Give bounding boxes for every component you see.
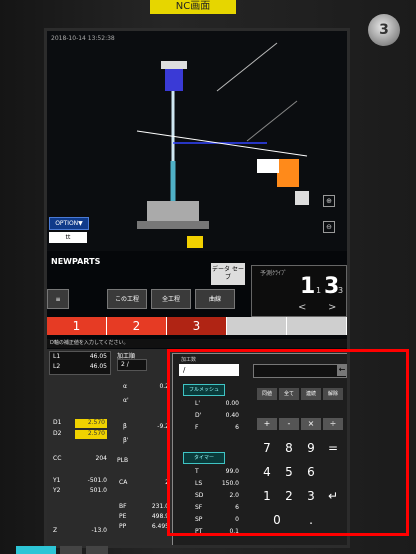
bezel-top-label: NC画面 bbox=[150, 0, 236, 14]
value-d1[interactable]: 2.570 bbox=[75, 419, 107, 428]
label-l2: L2 bbox=[53, 363, 61, 370]
value-cc[interactable]: 204 bbox=[71, 455, 107, 462]
data-save-button[interactable]: データ セーブ bbox=[211, 263, 245, 285]
tt-button[interactable]: tt bbox=[49, 232, 87, 243]
value-ca[interactable]: 2 bbox=[143, 479, 169, 486]
this-process-button[interactable]: この工程 bbox=[107, 289, 147, 309]
value-l1[interactable]: 46.05 bbox=[71, 353, 107, 360]
option-button[interactable]: OPTION▼ bbox=[49, 217, 89, 230]
tool-icon[interactable]: ≡ bbox=[47, 289, 69, 309]
label-y1: Y1 bbox=[53, 477, 61, 484]
value-beta[interactable]: -9.2 bbox=[143, 423, 169, 430]
highlight-outline bbox=[167, 349, 409, 536]
label-l1: L1 bbox=[53, 353, 61, 360]
value-pp[interactable]: 6.495 bbox=[139, 523, 169, 530]
bottom-indicator bbox=[16, 546, 56, 554]
step-2[interactable]: 2 bbox=[107, 317, 167, 335]
zoom-in-icon[interactable]: ⊕ bbox=[323, 195, 335, 207]
counter-a: 1 bbox=[300, 274, 316, 299]
value-y2[interactable]: 501.0 bbox=[71, 487, 107, 494]
label-bf: BF bbox=[119, 503, 127, 510]
value-bf[interactable]: 231.0 bbox=[139, 503, 169, 510]
label-y2: Y2 bbox=[53, 487, 61, 494]
label-d2: D2 bbox=[53, 430, 62, 437]
bottom-button-1[interactable] bbox=[60, 546, 82, 554]
program-order-value[interactable]: 2 / bbox=[121, 361, 129, 368]
value-y1[interactable]: -501.0 bbox=[71, 477, 107, 484]
step-5[interactable] bbox=[287, 317, 347, 335]
tool-row: ≡ この工程 全工程 曲線 bbox=[47, 289, 247, 311]
counter-panel: 予測ｸﾗｲﾌﾟ 1 1 3 3 < > bbox=[251, 265, 347, 317]
step-3[interactable]: 3 bbox=[167, 317, 227, 335]
program-name: NEWPARTS bbox=[51, 257, 101, 266]
label-d1: D1 bbox=[53, 419, 62, 426]
all-process-button[interactable]: 全工程 bbox=[151, 289, 191, 309]
counter-caption: 予測ｸﾗｲﾌﾟ bbox=[260, 270, 288, 277]
arrow-left-icon[interactable]: < bbox=[298, 302, 306, 313]
label-ca: CA bbox=[119, 479, 128, 486]
label-pp: PP bbox=[119, 523, 127, 530]
value-d2[interactable]: 2.570 bbox=[75, 430, 107, 439]
counter-b-sub: 3 bbox=[338, 286, 344, 295]
label-z: Z bbox=[53, 527, 58, 534]
screen-knob[interactable]: 3 bbox=[368, 14, 400, 46]
status-time: 2018-10-14 13:52:38 bbox=[51, 35, 115, 42]
step-1[interactable]: 1 bbox=[47, 317, 107, 335]
zoom-out-icon[interactable]: ⊖ bbox=[323, 221, 335, 233]
bottom-button-2[interactable] bbox=[86, 546, 108, 554]
label-pe: PE bbox=[119, 513, 127, 520]
value-pe[interactable]: 498.9 bbox=[139, 513, 169, 520]
label-alpha: α bbox=[123, 383, 127, 390]
label-cc: CC bbox=[53, 455, 62, 462]
label-alpha2: α' bbox=[123, 397, 129, 404]
simulation-graphics bbox=[47, 31, 347, 251]
value-alpha[interactable]: 0.2 bbox=[147, 383, 169, 390]
arrow-right-icon[interactable]: > bbox=[328, 302, 336, 313]
value-l2[interactable]: 46.05 bbox=[71, 363, 107, 370]
label-beta: β bbox=[123, 423, 127, 430]
step-bar: 1 2 3 bbox=[47, 317, 347, 335]
message-bar: D軸の補正値を入力してください。 bbox=[47, 339, 347, 348]
simulation-view: 2018-10-14 13:52:38 OPTION▼ tt ⊕ ⊖ bbox=[47, 31, 347, 251]
value-z[interactable]: -13.0 bbox=[71, 527, 107, 534]
step-4[interactable] bbox=[227, 317, 287, 335]
curve-button[interactable]: 曲線 bbox=[195, 289, 235, 309]
label-plb: PLB bbox=[117, 457, 129, 464]
counter-a-sub: 1 bbox=[316, 286, 322, 295]
label-beta2: β' bbox=[123, 437, 129, 444]
